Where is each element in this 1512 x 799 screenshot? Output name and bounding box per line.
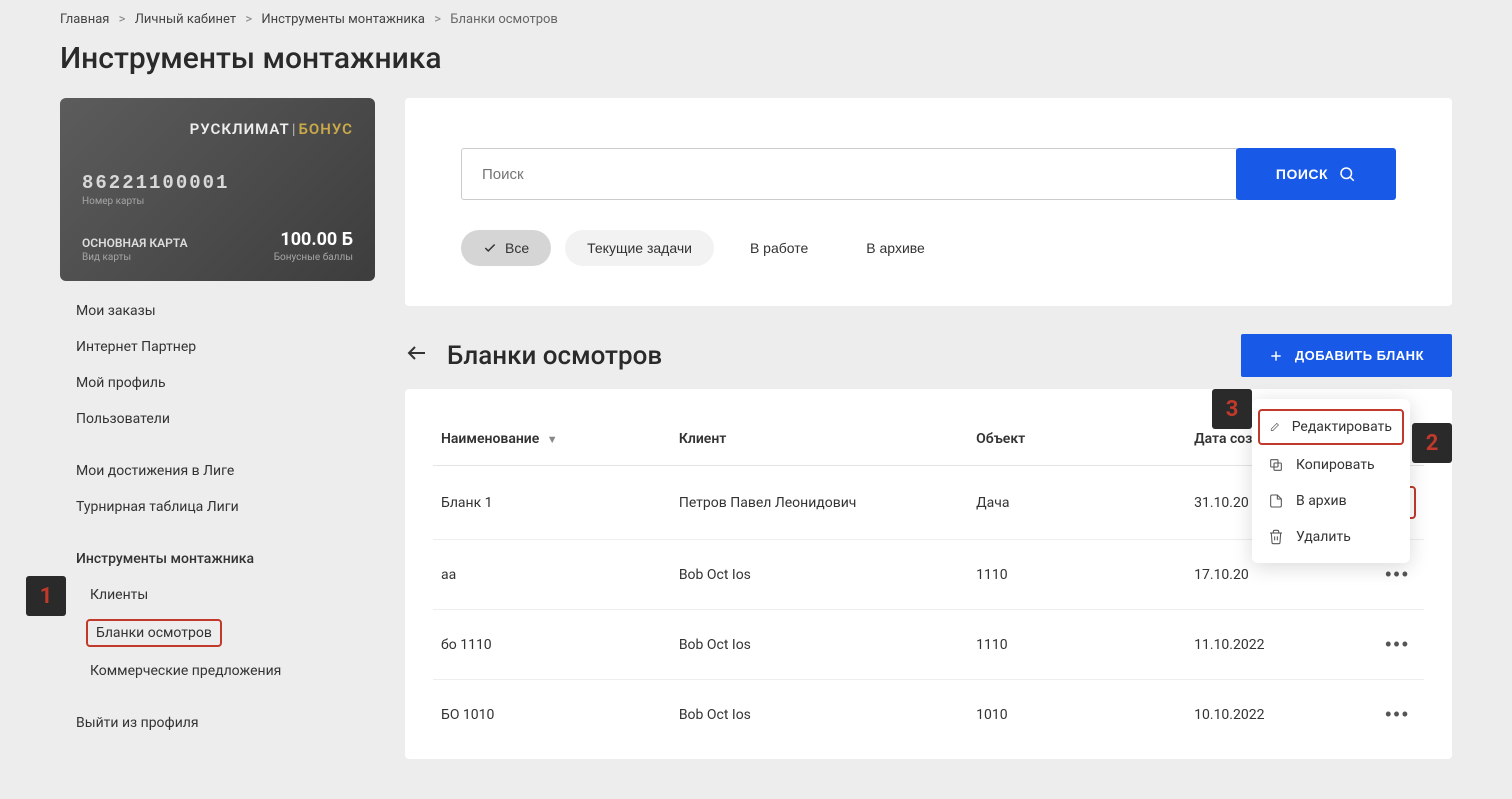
cell-client: Bob Oct Ios: [671, 610, 968, 680]
cell-client: Bob Oct Ios: [671, 680, 968, 750]
row-actions-button[interactable]: •••: [1379, 700, 1416, 729]
sidebar-item-blanks[interactable]: Бланки осмотров: [86, 619, 222, 647]
breadcrumb-item[interactable]: Инструменты монтажника: [261, 12, 425, 27]
cell-name: БО 1010: [433, 680, 671, 750]
row-actions-button[interactable]: •••: [1379, 560, 1416, 589]
plus-icon: [1269, 349, 1283, 363]
sidebar-item-partner[interactable]: Интернет Партнер: [60, 329, 375, 365]
add-blank-button[interactable]: ДОБАВИТЬ БЛАНК: [1241, 334, 1452, 377]
filter-in-work[interactable]: В работе: [728, 230, 830, 266]
card-balance: 100.00 Б: [274, 229, 353, 250]
menu-archive[interactable]: В архив: [1252, 483, 1410, 519]
cell-date: 11.10.2022: [1186, 610, 1364, 680]
card-brand: РУСКЛИМАТ|БОНУС: [82, 120, 353, 138]
menu-delete[interactable]: Удалить: [1252, 519, 1410, 555]
bonus-card: РУСКЛИМАТ|БОНУС 86221100001 Номер карты …: [60, 98, 375, 281]
check-icon: [483, 241, 497, 255]
sidebar-item-logout[interactable]: Выйти из профиля: [60, 705, 375, 741]
cell-object: 1110: [968, 540, 1186, 610]
cell-object: 1110: [968, 610, 1186, 680]
th-client[interactable]: Клиент: [671, 419, 968, 466]
nav-list: Мои заказы Интернет Партнер Мой профиль …: [60, 293, 375, 741]
archive-icon: [1268, 493, 1284, 509]
sidebar-item-users[interactable]: Пользователи: [60, 401, 375, 437]
table-row[interactable]: бо 1110Bob Oct Ios111011.10.2022 •••: [433, 610, 1424, 680]
cell-object: Дача: [968, 466, 1186, 540]
card-type: ОСНОВНАЯ КАРТА: [82, 236, 188, 250]
row-actions-button[interactable]: •••: [1379, 630, 1416, 659]
sidebar-item-orders[interactable]: Мои заказы: [60, 293, 375, 329]
filter-current[interactable]: Текущие задачи: [565, 230, 714, 266]
sidebar-heading-tools[interactable]: Инструменты монтажника: [60, 541, 375, 577]
sidebar-item-clients[interactable]: Клиенты: [60, 577, 375, 613]
main-content: ПОИСК Все Текущие задачи В работе В архи…: [405, 98, 1452, 759]
back-arrow-icon[interactable]: [405, 341, 429, 371]
filter-all[interactable]: Все: [461, 230, 551, 266]
sidebar-item-profile[interactable]: Мой профиль: [60, 365, 375, 401]
edit-icon: [1270, 419, 1280, 435]
cell-name: aa: [433, 540, 671, 610]
filter-archived[interactable]: В архиве: [844, 230, 947, 266]
sidebar: РУСКЛИМАТ|БОНУС 86221100001 Номер карты …: [60, 98, 375, 741]
breadcrumb-item-current: Бланки осмотров: [450, 12, 558, 27]
search-button[interactable]: ПОИСК: [1236, 148, 1396, 200]
menu-copy[interactable]: Копировать: [1252, 447, 1410, 483]
th-object[interactable]: Объект: [968, 419, 1186, 466]
sidebar-item-tournament[interactable]: Турнирная таблица Лиги: [60, 489, 375, 525]
context-menu: Редактировать Копировать В архив Удалить: [1252, 399, 1410, 563]
breadcrumb-item[interactable]: Главная: [60, 12, 109, 27]
sidebar-item-achievements[interactable]: Мои достижения в Лиге: [60, 453, 375, 489]
cell-client: Петров Павел Леонидович: [671, 466, 968, 540]
cell-name: бо 1110: [433, 610, 671, 680]
section-title: Бланки осмотров: [447, 341, 662, 371]
trash-icon: [1268, 529, 1284, 545]
cell-client: Bob Oct Ios: [671, 540, 968, 610]
th-name[interactable]: Наименование ▼: [433, 419, 671, 466]
annotation-3: 3: [1212, 389, 1252, 429]
table-row[interactable]: БО 1010Bob Oct Ios101010.10.2022 •••: [433, 680, 1424, 750]
search-panel: ПОИСК Все Текущие задачи В работе В архи…: [405, 98, 1452, 306]
section-header: Бланки осмотров ДОБАВИТЬ БЛАНК: [405, 334, 1452, 377]
page-title: Инструменты монтажника: [60, 41, 1452, 76]
search-input[interactable]: [461, 148, 1237, 200]
annotation-1: 1: [26, 576, 66, 616]
cell-name: Бланк 1: [433, 466, 671, 540]
cell-object: 1010: [968, 680, 1186, 750]
sort-icon: ▼: [547, 433, 558, 446]
search-icon: [1338, 165, 1356, 183]
table-panel: Наименование ▼ Клиент Объект Дата соз Бл…: [405, 389, 1452, 759]
card-type-label: Вид карты: [82, 252, 188, 263]
breadcrumb: Главная > Личный кабинет > Инструменты м…: [60, 12, 1452, 27]
copy-icon: [1268, 457, 1284, 473]
annotation-2: 2: [1412, 423, 1452, 463]
card-number: 86221100001: [82, 172, 353, 194]
card-number-label: Номер карты: [82, 196, 353, 207]
sidebar-item-offers[interactable]: Коммерческие предложения: [60, 653, 375, 689]
cell-date: 10.10.2022: [1186, 680, 1364, 750]
menu-edit[interactable]: Редактировать: [1258, 409, 1404, 445]
card-balance-label: Бонусные баллы: [274, 252, 353, 263]
filter-row: Все Текущие задачи В работе В архиве: [461, 230, 1396, 266]
breadcrumb-item[interactable]: Личный кабинет: [135, 12, 236, 27]
